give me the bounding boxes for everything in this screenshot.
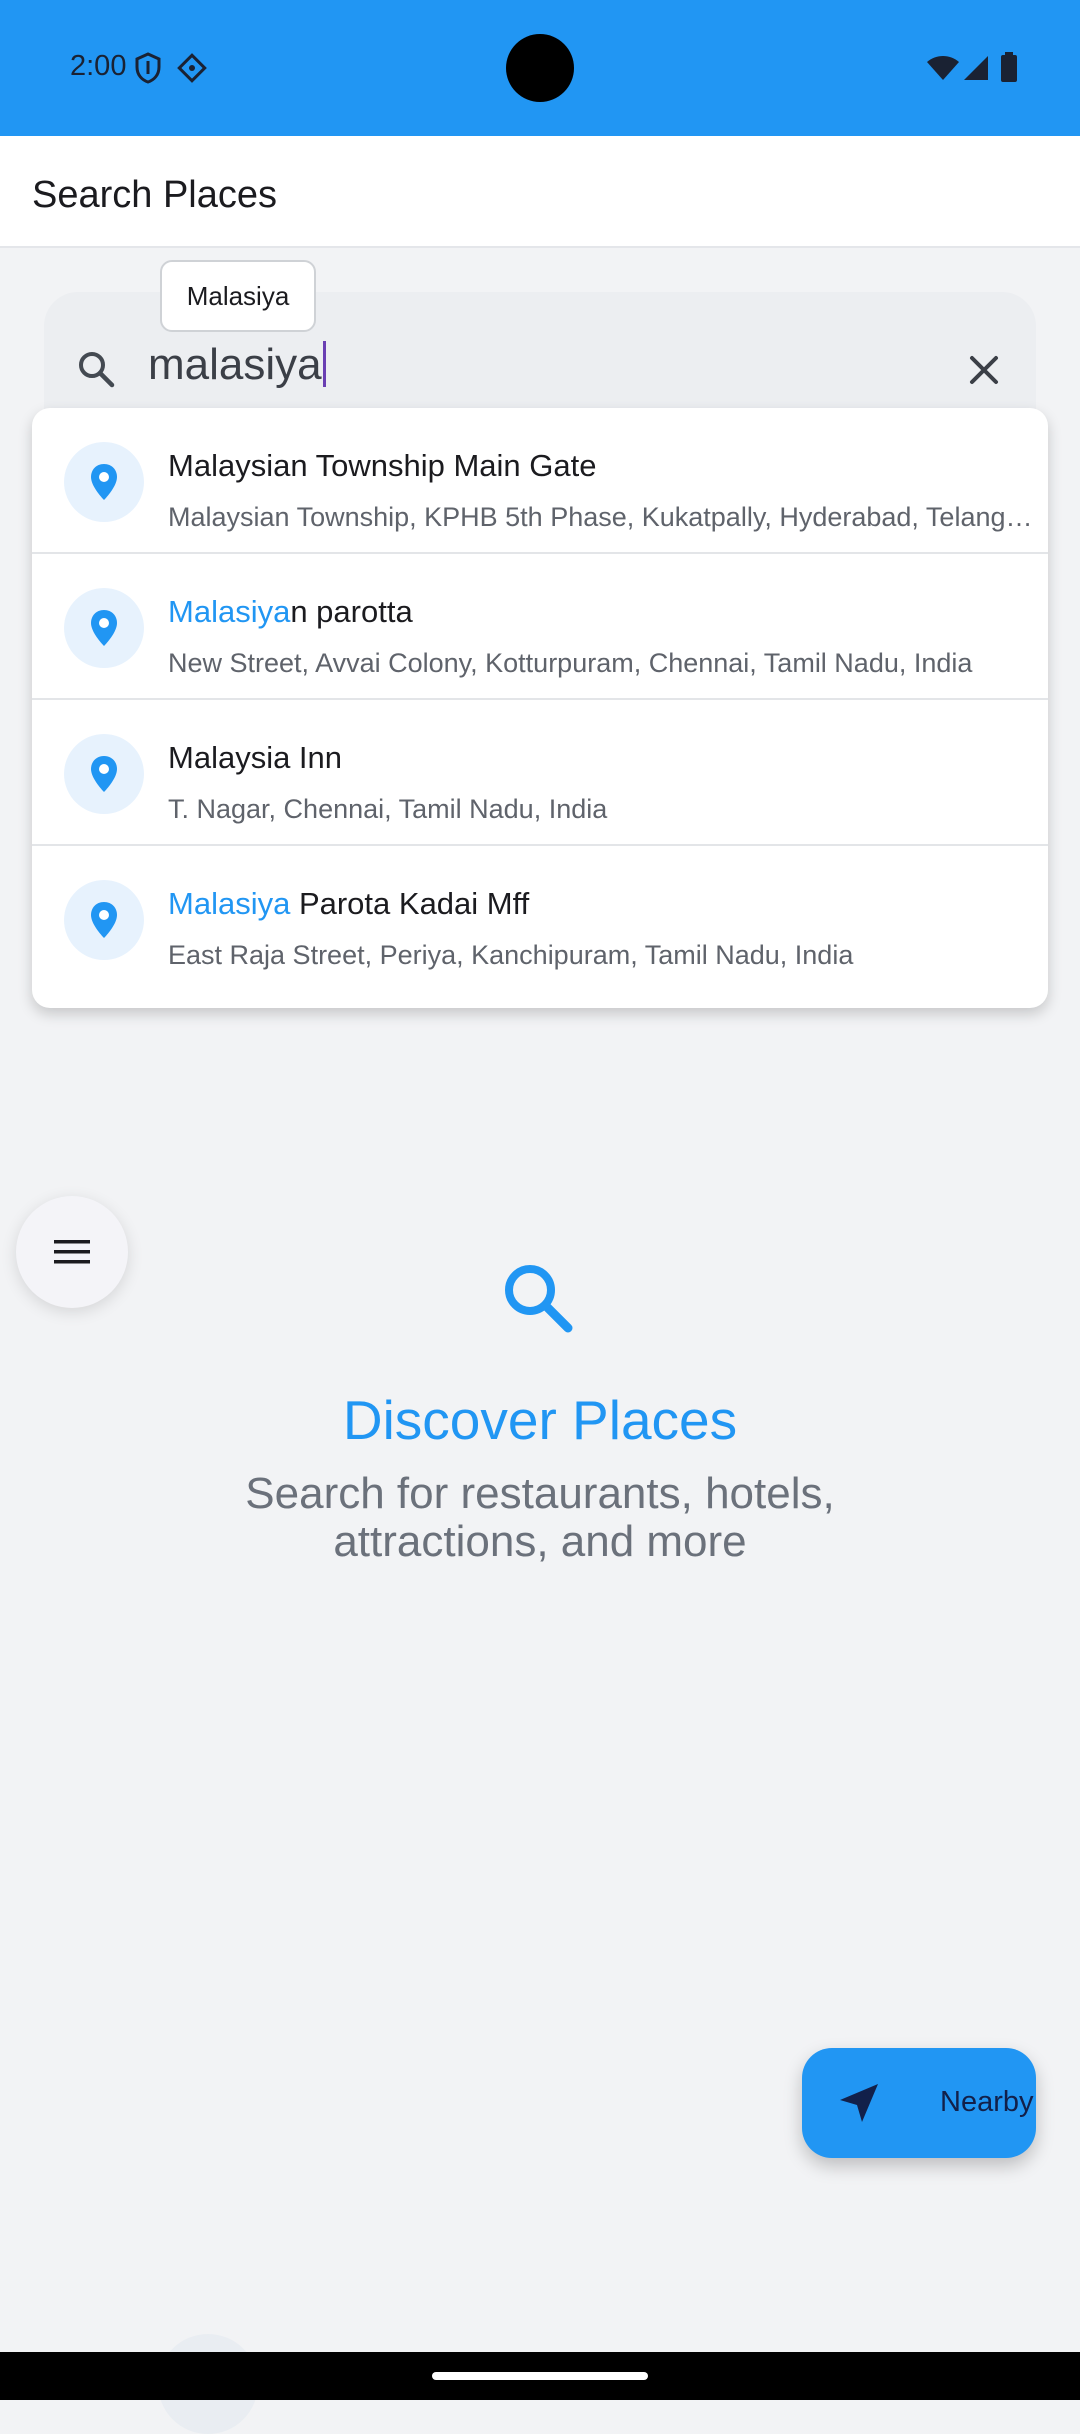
menu-button[interactable] [16, 1196, 128, 1308]
navigation-arrow-icon [838, 2082, 880, 2129]
status-bar: 2:00 [0, 0, 1080, 136]
result-item[interactable]: Malasiya Parota Kadai Mff East Raja Stre… [32, 846, 1048, 992]
page-title: Search Places [32, 174, 278, 216]
wifi-icon [926, 54, 960, 87]
result-title: Malaysian Township Main Gate [168, 448, 597, 483]
location-pin-icon [64, 442, 144, 522]
empty-state-subtitle: Search for restaurants, hotels, attracti… [245, 1469, 835, 1566]
search-icon [76, 349, 116, 394]
home-gesture-handle[interactable] [432, 2372, 648, 2380]
nearby-button[interactable]: Nearby [802, 2048, 1036, 2158]
result-address: Malaysian Township, KPHB 5th Phase, Kuka… [168, 502, 1040, 532]
status-time: 2:00 [70, 50, 127, 82]
location-pin-icon [64, 880, 144, 960]
result-address: New Street, Avvai Colony, Kotturpuram, C… [168, 648, 973, 678]
nearby-label: Nearby [940, 2086, 1034, 2118]
search-results-dropdown: Malaysian Township Main Gate Malaysian T… [32, 408, 1048, 1008]
camera-cutout [506, 34, 574, 102]
location-pin-icon [64, 734, 144, 814]
search-input[interactable]: malasiya [148, 340, 326, 390]
battery-icon [1000, 52, 1018, 87]
navigation-bar [0, 2352, 1080, 2400]
signal-icon [962, 54, 990, 87]
close-icon[interactable] [968, 354, 1000, 391]
result-title: Malaysia Inn [168, 740, 343, 775]
empty-state-title: Discover Places [342, 1389, 738, 1451]
result-address: T. Nagar, Chennai, Tamil Nadu, India [168, 794, 608, 824]
discover-search-icon [498, 1258, 578, 1343]
text-caret [322, 341, 326, 387]
autocomplete-suggestion-chip[interactable]: Malasiya [160, 260, 316, 332]
result-title: Malasiya Parota Kadai Mff [168, 886, 530, 921]
result-item[interactable]: Malasiyan parotta New Street, Avvai Colo… [32, 554, 1048, 700]
location-pin-icon [64, 588, 144, 668]
hamburger-menu-icon [54, 1240, 90, 1264]
result-item[interactable]: Malaysian Township Main Gate Malaysian T… [32, 408, 1048, 554]
vpn-diamond-icon [176, 52, 208, 89]
app-bar: Search Places [0, 136, 1080, 248]
shield-icon [134, 52, 162, 89]
result-title: Malasiyan parotta [168, 594, 413, 629]
result-item[interactable]: Malaysia Inn T. Nagar, Chennai, Tamil Na… [32, 700, 1048, 846]
result-address: East Raja Street, Periya, Kanchipuram, T… [168, 940, 854, 970]
